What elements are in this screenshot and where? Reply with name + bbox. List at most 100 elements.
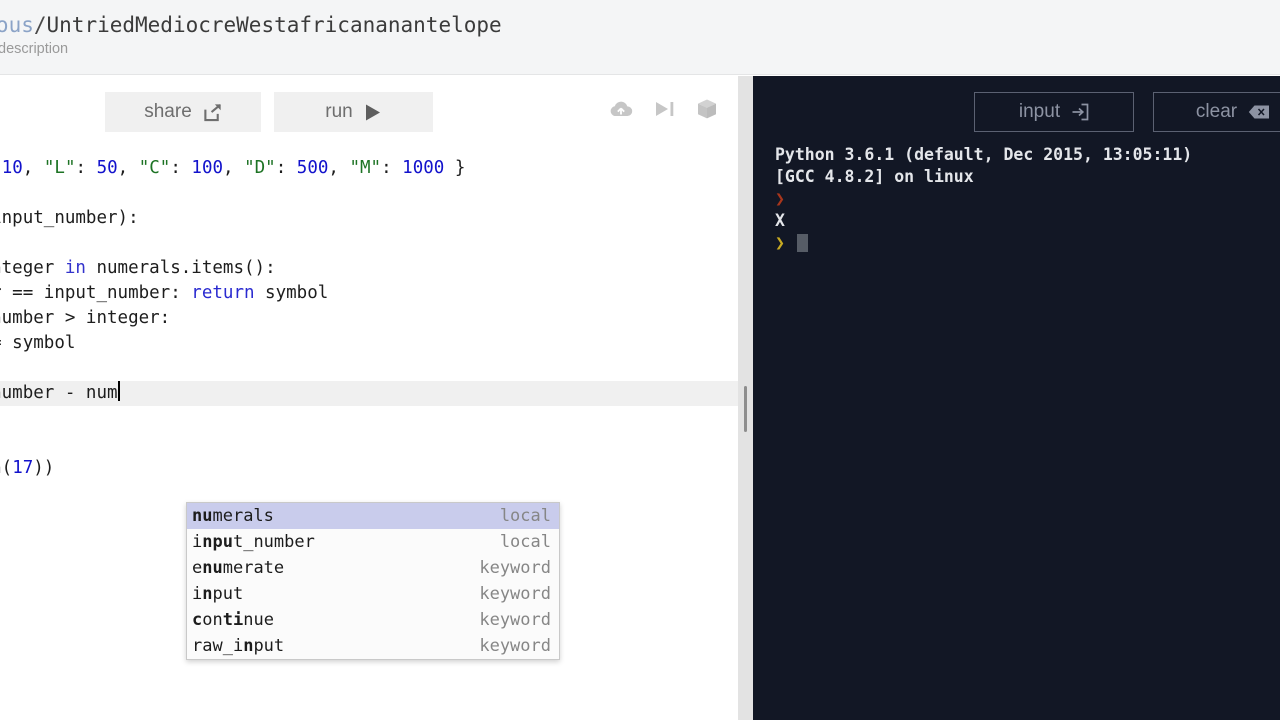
app-header: nymous/UntriedMediocreWestafricananantel…: [0, 0, 1280, 75]
project-description[interactable]: description: [0, 41, 68, 57]
console-clear-label: clear: [1195, 101, 1238, 122]
autocomplete-item-name: continue: [192, 610, 274, 630]
code-token: ,: [117, 158, 139, 178]
code-token: ,: [223, 158, 245, 178]
pane-splitter[interactable]: [738, 76, 753, 720]
breadcrumb-project-name[interactable]: UntriedMediocreWestafricananantelope: [47, 13, 502, 37]
console-line: Python 3.6.1 (default, Dec 2015, 13:05:1…: [775, 144, 1280, 166]
code-token: 1000: [402, 158, 445, 178]
code-line[interactable]: print(int_to_roman(17)): [0, 456, 54, 481]
console-line-text: X: [775, 211, 785, 230]
code-token: :: [75, 158, 97, 178]
autocomplete-item[interactable]: continue keyword: [187, 607, 559, 633]
autocomplete-popup[interactable]: numerals local input_number local enumerate k…: [186, 502, 560, 660]
console-prompt-chevron-icon: ❯: [775, 189, 785, 208]
autocomplete-item[interactable]: input keyword: [187, 581, 559, 607]
console-input-button[interactable]: input: [974, 92, 1134, 132]
code-line[interactable]: if integer == input_number: return symbo…: [0, 281, 328, 306]
code-token: for symbol, integer: [0, 258, 55, 278]
code-token: if integer == input_number:: [0, 283, 181, 303]
code-token: def int_to_roman(input_number):: [0, 208, 139, 228]
autocomplete-item-kind: local: [499, 532, 551, 552]
autocomplete-item-name: numerals: [192, 506, 274, 526]
share-button-label: share: [144, 101, 192, 122]
code-line[interactable]: "I":1, "V":5, "X":10, "L": 50, "C": 100,…: [0, 156, 465, 181]
code-line-active[interactable]: rest = input_number - num: [0, 381, 738, 406]
share-button[interactable]: share: [105, 92, 261, 132]
code-token: ,: [328, 158, 350, 178]
console-line-text: [GCC 4.8.2] on linux: [775, 167, 974, 186]
editor-toolbar-icons: [608, 98, 718, 120]
code-token: "D": [244, 158, 276, 178]
code-token: 500: [296, 158, 329, 178]
autocomplete-item[interactable]: raw_input keyword: [187, 633, 559, 659]
console-output[interactable]: Python 3.6.1 (default, Dec 2015, 13:05:1…: [775, 144, 1280, 254]
play-triangle-icon: [364, 103, 382, 122]
autocomplete-item-name: input_number: [192, 532, 315, 552]
code-token: }: [444, 158, 466, 178]
project-breadcrumb: nymous/UntriedMediocreWestafricananantel…: [0, 13, 502, 37]
code-line[interactable]: if input_number > integer:: [0, 306, 170, 331]
autocomplete-item-name: raw_input: [192, 636, 285, 656]
code-token: return: [191, 283, 255, 303]
console-line: ❯: [775, 188, 1280, 210]
code-token: 17: [12, 458, 34, 478]
console-line: [GCC 4.8.2] on linux: [775, 166, 1280, 188]
code-token: "M": [349, 158, 382, 178]
console-prompt-chevron-icon: ❯: [775, 233, 785, 252]
autocomplete-item[interactable]: enumerate keyword: [187, 555, 559, 581]
code-token: 100: [191, 158, 224, 178]
code-token: "L": [43, 158, 76, 178]
console-line: ❯: [775, 232, 1280, 254]
input-arrow-icon: [1071, 103, 1089, 121]
share-export-icon: [203, 103, 222, 122]
code-token: symbol: [254, 283, 329, 303]
autocomplete-item-kind: keyword: [479, 558, 551, 578]
autocomplete-item-name: input: [192, 584, 244, 604]
code-token: numerals.items():: [85, 258, 276, 278]
autocomplete-item-kind: local: [499, 506, 551, 526]
autocomplete-item-kind: keyword: [479, 584, 551, 604]
step-over-icon[interactable]: [653, 99, 677, 119]
code-token: flag = symbol: [0, 333, 76, 353]
editor-pane: share run 10, "L": 50, "C": 100, "D": 50…: [0, 76, 738, 720]
code-line-text: rest = input_number - num: [0, 381, 120, 403]
code-line[interactable]: flag = symbol: [0, 331, 75, 356]
run-button-label: run: [325, 101, 353, 122]
code-line[interactable]: for symbol, integer in numerals.items():: [0, 256, 276, 281]
splitter-grip[interactable]: [744, 386, 747, 432]
code-token: )): [33, 458, 55, 478]
autocomplete-item[interactable]: input_number local: [187, 529, 559, 555]
console-clear-button[interactable]: clear: [1153, 92, 1280, 132]
console-pane: input clear Python 3.6.1 (default, Dec 2…: [753, 76, 1280, 720]
code-token: 10: [1, 158, 23, 178]
autocomplete-item[interactable]: numerals local: [187, 503, 559, 529]
code-token: rest = input_number - num: [0, 383, 118, 403]
run-button[interactable]: run: [274, 92, 433, 132]
code-token: :: [170, 158, 192, 178]
breadcrumb-owner[interactable]: nymous: [0, 13, 34, 37]
code-token: 50: [96, 158, 118, 178]
autocomplete-item-kind: keyword: [479, 636, 551, 656]
console-line-text: Python 3.6.1 (default, Dec 2015, 13:05:1…: [775, 145, 1193, 164]
text-caret: [117, 381, 120, 401]
backspace-icon: [1248, 104, 1270, 120]
editor-toolbar: share run: [0, 76, 738, 138]
console-block-cursor: [796, 234, 808, 252]
code-line[interactable]: def int_to_roman(input_number):: [0, 206, 139, 231]
app-root: nymous/UntriedMediocreWestafricananantel…: [0, 0, 1280, 720]
code-token: :: [275, 158, 297, 178]
code-token: :: [381, 158, 403, 178]
console-line: X: [775, 210, 1280, 232]
code-token: if input_number > integer:: [0, 308, 171, 328]
code-token: "C": [138, 158, 171, 178]
code-token: ,: [22, 158, 44, 178]
autocomplete-item-name: enumerate: [192, 558, 285, 578]
cloud-upload-icon[interactable]: [608, 99, 634, 119]
console-toolbar: input clear: [753, 76, 1280, 138]
autocomplete-item-kind: keyword: [479, 610, 551, 630]
code-token: in: [64, 258, 86, 278]
code-token: print(int_to_roman(: [0, 458, 13, 478]
breadcrumb-separator: /: [33, 13, 47, 37]
box-package-icon[interactable]: [696, 98, 718, 120]
